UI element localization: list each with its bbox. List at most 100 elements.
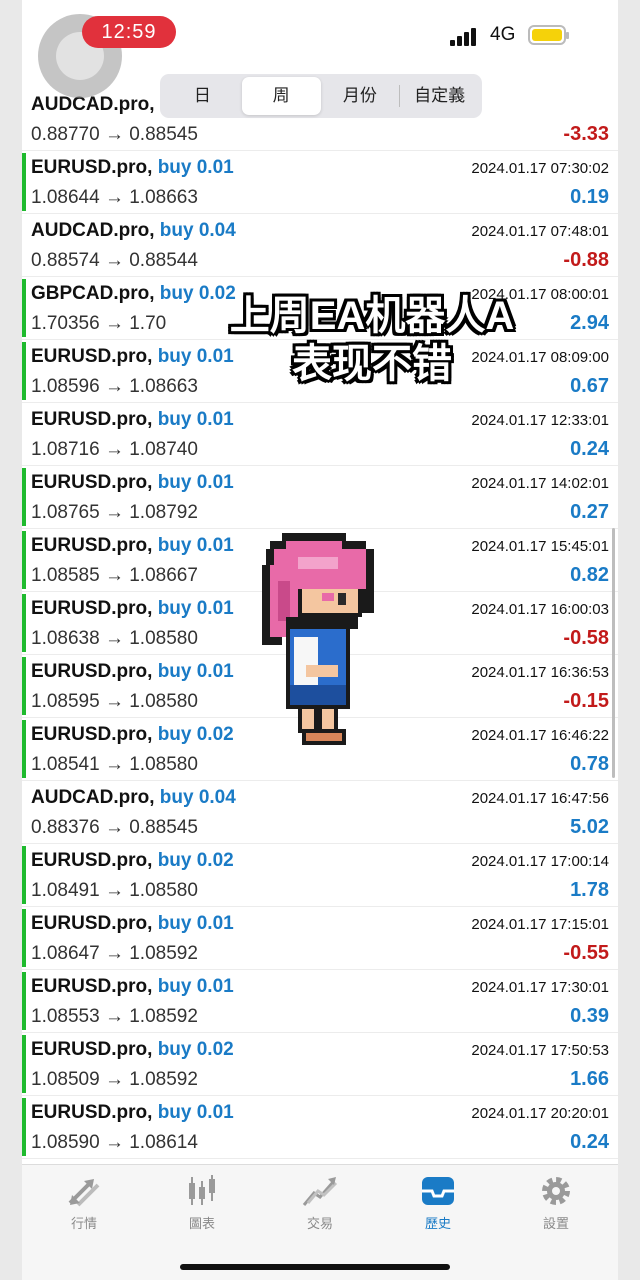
trade-profit: 1.66 xyxy=(570,1068,609,1090)
history-inbox-icon xyxy=(422,1177,454,1205)
trade-trend-icon xyxy=(302,1177,338,1206)
trade-profit: -3.33 xyxy=(563,123,609,145)
trade-direction-volume: buy 0.04 xyxy=(159,787,236,808)
trade-row[interactable]: EURUSD.pro, buy 0.01 2024.01.17 17:30:01 1… xyxy=(22,970,618,1033)
battery-icon xyxy=(528,25,569,45)
period-tab-month[interactable]: 月份 xyxy=(321,77,400,115)
trade-profit: -0.58 xyxy=(563,627,609,649)
trade-close-time: 2024.01.17 17:50:53 xyxy=(471,1042,609,1059)
symbol-name: EURUSD.pro, xyxy=(31,661,153,682)
left-margin xyxy=(0,0,22,1280)
trade-row[interactable]: EURUSD.pro, buy 0.01 2024.01.17 14:02:01 1… xyxy=(22,466,618,529)
trade-row[interactable]: AUDCAD.pro, buy 0.04 2024.01.17 07:48:01 0… xyxy=(22,214,618,277)
trade-symbol: EURUSD.pro, buy 0.01 xyxy=(31,472,234,494)
trade-profit: -0.88 xyxy=(563,249,609,271)
trade-symbol: AUDCAD.pro, buy 0.04 xyxy=(31,220,236,242)
trade-profit: 0.24 xyxy=(570,1131,609,1153)
trade-symbol: EURUSD.pro, buy 0.02 xyxy=(31,724,234,746)
tab-trade[interactable]: 交易 xyxy=(270,1173,370,1237)
trade-prices: 0.88376 → 0.88545 xyxy=(31,817,198,838)
trade-close-time: 2024.01.17 20:20:01 xyxy=(471,1105,609,1122)
trade-close-time: 2024.01.17 16:46:22 xyxy=(471,727,609,744)
trade-prices: 1.08590 → 1.08614 xyxy=(31,1132,198,1153)
trade-row[interactable]: EURUSD.pro, buy 0.01 2024.01.17 17:15:01 1… xyxy=(22,907,618,970)
tab-history[interactable]: 歷史 xyxy=(388,1173,488,1237)
trade-symbol: EURUSD.pro, buy 0.01 xyxy=(31,976,234,998)
trade-profit: 0.78 xyxy=(570,753,609,775)
symbol-name: EURUSD.pro, xyxy=(31,472,153,493)
period-segmented-control: 日 周 月份 自定義 xyxy=(160,74,482,118)
tab-settings[interactable]: 設置 xyxy=(506,1173,606,1237)
trade-profit: 2.94 xyxy=(570,312,609,334)
symbol-name: EURUSD.pro, xyxy=(31,724,153,745)
trade-symbol: EURUSD.pro, buy 0.01 xyxy=(31,1102,234,1124)
trade-prices: 1.08716 → 1.08740 xyxy=(31,439,198,460)
period-tab-week[interactable]: 周 xyxy=(241,77,321,115)
bottom-tab-bar: 行情 圖表 交易 歷史 設置 xyxy=(22,1164,618,1280)
trade-close-time: 2024.01.17 07:30:02 xyxy=(471,160,609,177)
symbol-name: EURUSD.pro, xyxy=(31,535,153,556)
trade-close-time: 2024.01.17 17:15:01 xyxy=(471,916,609,933)
trade-prices: 0.88574 → 0.88544 xyxy=(31,250,198,271)
signal-icon xyxy=(450,26,480,46)
trade-direction-volume: buy 0.01 xyxy=(157,472,234,493)
trade-direction-volume: buy 0.01 xyxy=(157,661,234,682)
tab-label-quotes: 行情 xyxy=(70,1216,97,1231)
trade-prices: 1.08541 → 1.08580 xyxy=(31,754,198,775)
tab-quotes[interactable]: 行情 xyxy=(34,1173,134,1237)
trade-row[interactable]: EURUSD.pro, buy 0.01 2024.01.17 20:20:01 1… xyxy=(22,1096,618,1159)
trade-close-time: 2024.01.17 17:00:14 xyxy=(471,853,609,870)
trade-direction-volume: buy 0.01 xyxy=(157,1102,234,1123)
symbol-name: EURUSD.pro, xyxy=(31,913,153,934)
symbol-name: EURUSD.pro, xyxy=(31,157,153,178)
trade-prices: 1.08595 → 1.08580 xyxy=(31,691,198,712)
symbol-name: EURUSD.pro, xyxy=(31,976,153,997)
trade-profit: 0.27 xyxy=(570,501,609,523)
trade-profit: 0.19 xyxy=(570,186,609,208)
home-indicator xyxy=(180,1264,450,1270)
candlestick-chart-icon xyxy=(189,1175,215,1205)
scrollbar[interactable] xyxy=(612,528,615,778)
symbol-name: EURUSD.pro, xyxy=(31,346,153,367)
trade-symbol: AUDCAD.pro, buy 0.04 xyxy=(31,787,236,809)
trade-close-time: 2024.01.17 14:02:01 xyxy=(471,475,609,492)
trade-close-time: 2024.01.17 16:47:56 xyxy=(471,790,609,807)
symbol-name: EURUSD.pro, xyxy=(31,850,153,871)
period-tab-custom[interactable]: 自定義 xyxy=(400,77,479,115)
symbol-name: EURUSD.pro, xyxy=(31,1039,153,1060)
symbol-name: AUDCAD.pro, xyxy=(31,220,155,241)
trade-close-time: 2024.01.17 15:45:01 xyxy=(471,538,609,555)
trade-prices: 1.08765 → 1.08792 xyxy=(31,502,198,523)
trade-symbol: EURUSD.pro, buy 0.02 xyxy=(31,1039,234,1061)
trade-row[interactable]: EURUSD.pro, buy 0.01 2024.01.17 12:33:01 1… xyxy=(22,403,618,466)
symbol-name: AUDCAD.pro, xyxy=(31,787,155,808)
symbol-name: EURUSD.pro, xyxy=(31,409,153,430)
tab-charts[interactable]: 圖表 xyxy=(152,1173,252,1237)
trade-direction-volume: buy 0.02 xyxy=(157,850,234,871)
symbol-name: AUDCAD.pro, xyxy=(31,94,155,115)
trade-profit: -0.55 xyxy=(563,942,609,964)
symbol-name: EURUSD.pro, xyxy=(31,1102,153,1123)
trade-symbol: EURUSD.pro, buy 0.01 xyxy=(31,913,234,935)
trade-direction-volume: buy 0.04 xyxy=(159,220,236,241)
trade-row[interactable]: EURUSD.pro, buy 0.01 2024.01.17 07:30:02 1… xyxy=(22,151,618,214)
trade-direction-volume: buy 0.01 xyxy=(157,157,234,178)
period-tab-day[interactable]: 日 xyxy=(163,77,242,115)
trade-row[interactable]: EURUSD.pro, buy 0.02 2024.01.17 17:00:14 1… xyxy=(22,844,618,907)
trade-profit: 5.02 xyxy=(570,816,609,838)
trade-close-time: 2024.01.17 16:00:03 xyxy=(471,601,609,618)
right-margin xyxy=(618,0,640,1280)
trade-row[interactable]: EURUSD.pro, buy 0.02 2024.01.17 17:50:53 1… xyxy=(22,1033,618,1096)
trade-profit: 0.67 xyxy=(570,375,609,397)
trade-row[interactable]: AUDCAD.pro, buy 0.04 2024.01.17 16:47:56 0… xyxy=(22,781,618,844)
trade-profit: 0.39 xyxy=(570,1005,609,1027)
trade-direction-volume: buy 0.02 xyxy=(157,724,234,745)
trade-symbol: EURUSD.pro, buy 0.01 xyxy=(31,598,234,620)
trade-close-time: 2024.01.17 07:48:01 xyxy=(471,223,609,240)
trade-prices: 1.08647 → 1.08592 xyxy=(31,943,198,964)
trade-symbol: EURUSD.pro, buy 0.01 xyxy=(31,661,234,683)
trade-direction-volume: buy 0.02 xyxy=(157,1039,234,1060)
tab-label-history: 歷史 xyxy=(424,1216,451,1231)
trade-prices: 1.08585 → 1.08667 xyxy=(31,565,198,586)
trade-close-time: 2024.01.17 16:36:53 xyxy=(471,664,609,681)
